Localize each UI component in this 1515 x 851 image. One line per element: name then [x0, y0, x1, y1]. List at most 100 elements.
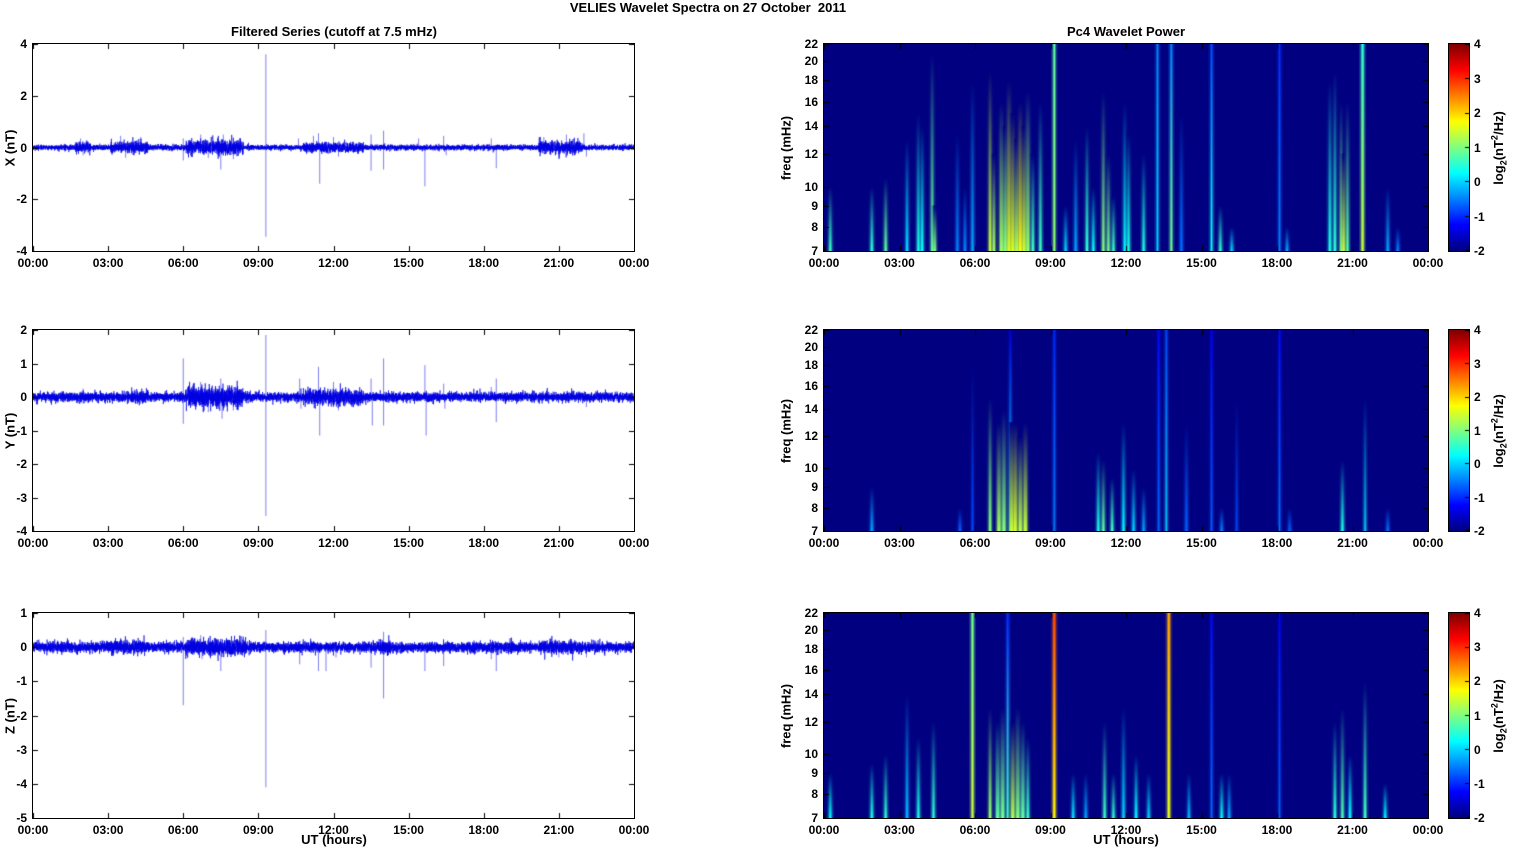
x-tick-label: 03:00	[92, 536, 124, 550]
colorbar-gradient	[1449, 44, 1469, 251]
y-tick-label: 2	[20, 323, 27, 337]
x-wavelet-power-ylabel: freq (mHz)	[778, 115, 794, 180]
x-tick-label: 00:00	[618, 256, 650, 270]
z-filtered-series-ylabel: Z (nT)	[2, 697, 18, 734]
y-tick-label: -1	[16, 674, 27, 689]
z-filtered-series-panel	[32, 612, 635, 819]
x-wavelet-power-canvas	[824, 44, 1428, 251]
colorbar-unit-part: log	[1490, 164, 1506, 185]
x-tick-label: 12:00	[1110, 536, 1142, 550]
z-wavelet-power-canvas	[824, 613, 1428, 818]
x-tick-label: 12:00	[318, 823, 349, 837]
y-filtered-series-canvas	[33, 330, 634, 531]
y-tick-label: 1	[20, 356, 27, 371]
x-tick-label: 03:00	[884, 823, 915, 837]
colorbar-unit-part: (nT	[1490, 139, 1506, 160]
colorbar-tick-label: -1	[1474, 490, 1485, 505]
y-wavelet-power-ylabel: freq (mHz)	[778, 398, 794, 463]
freq-tick-label: 10	[804, 747, 818, 762]
x-tick-label: 00:00	[808, 536, 840, 550]
x-wavelet-power-colorbar	[1448, 43, 1470, 252]
x-tick-label: 06:00	[167, 256, 199, 270]
freq-tick-label: 10	[804, 461, 818, 476]
freq-tick-label: 18	[804, 73, 818, 88]
y-filtered-series-ylabel: Y (nT)	[2, 412, 18, 449]
x-tick-label: 18:00	[468, 823, 500, 837]
x-tick-label: 18:00	[468, 536, 500, 550]
colorbar-unit-part: /Hz)	[1490, 110, 1506, 135]
colorbar-unit-part: 2	[1489, 702, 1500, 708]
colorbar-tick-label: -1	[1474, 776, 1485, 791]
colorbar-unit-part: 2	[1498, 159, 1509, 165]
x-tick-label: 12:00	[318, 256, 349, 270]
x-tick-label: 15:00	[1186, 823, 1217, 837]
x-tick-label: 15:00	[1186, 256, 1217, 270]
colorbar-gradient	[1449, 613, 1469, 818]
x-tick-label: 09:00	[243, 256, 274, 270]
right-column-title: Pc4 Wavelet Power	[1066, 24, 1186, 39]
x-tick-label: 18:00	[1261, 536, 1293, 550]
freq-tick-label: 8	[811, 787, 818, 802]
x-tick-label: 00:00	[808, 823, 840, 837]
x-tick-label: 06:00	[167, 823, 199, 837]
x-tick-label: 09:00	[1035, 256, 1066, 270]
freq-tick-label: 20	[804, 54, 818, 69]
colorbar-unit-label: log2(nT2/Hz)	[1490, 679, 1509, 753]
y-tick-label: -2	[16, 457, 27, 471]
colorbar-unit-label: log2(nT2/Hz)	[1490, 394, 1509, 468]
y-wavelet-power-colorbar	[1448, 329, 1470, 532]
freq-tick-label: 8	[811, 500, 818, 515]
colorbar-unit-part: (nT	[1490, 707, 1506, 728]
x-tick-label: 00:00	[1412, 823, 1444, 837]
y-tick-label: -4	[16, 776, 27, 791]
y-tick-label: 4	[20, 37, 27, 51]
colorbar-tick-label: 4	[1474, 37, 1481, 51]
x-filtered-series-panel	[32, 43, 635, 252]
x-filtered-series-ylabel: X (nT)	[2, 129, 18, 166]
x-tick-label: 18:00	[1261, 823, 1293, 837]
x-tick-label: 09:00	[1035, 536, 1066, 550]
freq-tick-label: 10	[804, 179, 818, 194]
freq-tick-label: 9	[811, 479, 818, 494]
colorbar-unit-part: log	[1490, 447, 1506, 468]
z-wavelet-power-colorbar	[1448, 612, 1470, 819]
x-tick-label: 09:00	[1035, 823, 1066, 837]
y-tick-label: -3	[16, 742, 27, 757]
colorbar-unit-part: 2	[1489, 417, 1500, 423]
z-wavelet-power-panel	[823, 612, 1429, 819]
x-tick-label: 21:00	[543, 823, 575, 837]
colorbar-tick-label: -2	[1474, 524, 1485, 538]
x-tick-label: 03:00	[92, 256, 124, 270]
x-tick-label: 21:00	[1337, 823, 1368, 837]
y-tick-label: 2	[20, 88, 27, 103]
colorbar-unit-part: /Hz)	[1490, 678, 1506, 703]
x-tick-label: 21:00	[543, 256, 575, 270]
freq-tick-label: 8	[811, 219, 818, 234]
colorbar-unit-label: log2(nT2/Hz)	[1490, 111, 1509, 185]
x-tick-label: 12:00	[1110, 823, 1142, 837]
x-tick-label: 12:00	[1110, 256, 1142, 270]
x-tick-label: 00:00	[1412, 256, 1444, 270]
colorbar-tick-label: -2	[1474, 811, 1485, 825]
x-tick-label: 12:00	[318, 536, 349, 550]
y-tick-label: -2	[16, 192, 27, 207]
x-tick-label: 15:00	[1186, 536, 1217, 550]
x-tick-label: 00:00	[1412, 536, 1444, 550]
x-tick-label: 00:00	[618, 823, 650, 837]
freq-tick-label: 18	[804, 641, 818, 656]
colorbar-unit-part: 2	[1489, 134, 1500, 140]
x-tick-label: 18:00	[1261, 256, 1293, 270]
freq-tick-label: 9	[811, 198, 818, 213]
x-tick-label: 15:00	[393, 256, 424, 270]
x-tick-label: 15:00	[393, 823, 424, 837]
colorbar-gradient	[1449, 330, 1469, 531]
freq-tick-label: 20	[804, 623, 818, 638]
colorbar-unit-part: log	[1490, 732, 1506, 753]
x-tick-label: 00:00	[17, 823, 49, 837]
y-tick-label: 1	[20, 606, 27, 620]
x-tick-label: 00:00	[17, 536, 49, 550]
x-tick-label: 09:00	[243, 536, 274, 550]
colorbar-tick-label: 4	[1474, 606, 1481, 620]
colorbar-unit-part: (nT	[1490, 422, 1506, 443]
x-tick-label: 21:00	[1337, 536, 1368, 550]
